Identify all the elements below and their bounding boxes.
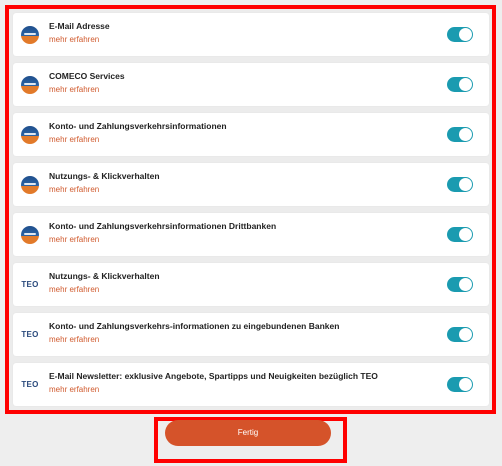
consent-toggle[interactable] — [447, 227, 473, 242]
teo-logo-icon: TEO — [21, 380, 39, 389]
consent-row-teo-usage-click-behavior: TEO Nutzungs- & Klickverhalten mehr erfa… — [13, 263, 489, 306]
consent-title: E-Mail Newsletter: exklusive Angebote, S… — [49, 371, 378, 381]
consent-row-comeco-services: COMECO Services mehr erfahren — [13, 63, 489, 106]
bank-logo-icon — [21, 226, 39, 244]
consent-title: Konto- und Zahlungsverkehrsinformationen… — [49, 221, 277, 231]
consent-title: Nutzungs- & Klickverhalten — [49, 271, 160, 281]
bank-logo-icon — [21, 26, 39, 44]
consent-toggle[interactable] — [447, 277, 473, 292]
consent-row-teo-connected-banks-info: TEO Konto- und Zahlungsverkehrs-informat… — [13, 313, 489, 356]
bank-logo-icon — [21, 76, 39, 94]
consent-toggle[interactable] — [447, 327, 473, 342]
consent-title: E-Mail Adresse — [49, 21, 110, 31]
learn-more-link[interactable]: mehr erfahren — [49, 135, 99, 144]
learn-more-link[interactable]: mehr erfahren — [49, 235, 99, 244]
consent-list: E-Mail Adresse mehr erfahren COMECO Serv… — [13, 13, 489, 406]
consent-title: Konto- und Zahlungsverkehrs-informatione… — [49, 321, 340, 331]
teo-logo-icon: TEO — [21, 330, 39, 339]
learn-more-link[interactable]: mehr erfahren — [49, 335, 99, 344]
consent-toggle[interactable] — [447, 177, 473, 192]
consent-row-account-payment-info: Konto- und Zahlungsverkehrsinformationen… — [13, 113, 489, 156]
learn-more-link[interactable]: mehr erfahren — [49, 185, 99, 194]
consent-toggle[interactable] — [447, 27, 473, 42]
consent-title: Konto- und Zahlungsverkehrsinformationen — [49, 121, 227, 131]
learn-more-link[interactable]: mehr erfahren — [49, 385, 99, 394]
consent-row-usage-click-behavior: Nutzungs- & Klickverhalten mehr erfahren — [13, 163, 489, 206]
consent-toggle[interactable] — [447, 377, 473, 392]
consent-row-email-address: E-Mail Adresse mehr erfahren — [13, 13, 489, 56]
consent-toggle[interactable] — [447, 127, 473, 142]
done-button[interactable]: Fertig — [165, 420, 331, 446]
bank-logo-icon — [21, 126, 39, 144]
consent-row-teo-newsletter: TEO E-Mail Newsletter: exklusive Angebot… — [13, 363, 489, 406]
consent-title: COMECO Services — [49, 71, 125, 81]
learn-more-link[interactable]: mehr erfahren — [49, 85, 99, 94]
teo-logo-icon: TEO — [21, 280, 39, 289]
learn-more-link[interactable]: mehr erfahren — [49, 35, 99, 44]
bank-logo-icon — [21, 176, 39, 194]
consent-toggle[interactable] — [447, 77, 473, 92]
learn-more-link[interactable]: mehr erfahren — [49, 285, 99, 294]
consent-row-third-party-bank-info: Konto- und Zahlungsverkehrsinformationen… — [13, 213, 489, 256]
consent-title: Nutzungs- & Klickverhalten — [49, 171, 160, 181]
